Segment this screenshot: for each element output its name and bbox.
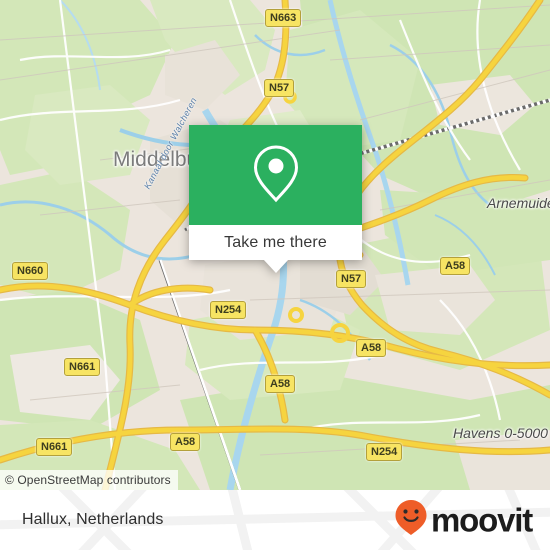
- road-shield: N254: [210, 301, 247, 319]
- road-shield: A58: [170, 433, 201, 451]
- popup-marker-panel: [189, 125, 362, 225]
- road-shield: N663: [265, 9, 302, 27]
- road-shield: N661: [36, 438, 73, 456]
- moovit-pin-icon: [394, 499, 428, 542]
- popup-action-bar[interactable]: Take me there: [189, 225, 362, 273]
- road-shield: A58: [440, 257, 471, 275]
- map-pin-icon: [249, 142, 303, 209]
- road-shield: N660: [12, 262, 49, 280]
- take-me-there-label: Take me there: [224, 233, 327, 251]
- footer-bar: Hallux, Netherlands moovit: [0, 490, 550, 550]
- popup-pointer-tail: [262, 259, 289, 273]
- location-popup-card[interactable]: Take me there: [189, 125, 362, 273]
- moovit-wordmark: moovit: [431, 501, 533, 539]
- road-shield: N57: [336, 270, 367, 288]
- map-attribution[interactable]: © OpenStreetMap contributors: [0, 470, 178, 490]
- road-shield: A58: [356, 339, 387, 357]
- road-shield: A58: [265, 375, 296, 393]
- screenshot-root: Middelburg Arnemuiden Havens 0-5000 Kana…: [0, 0, 550, 550]
- moovit-brand[interactable]: moovit: [394, 499, 533, 542]
- location-title: Hallux, Netherlands: [22, 511, 164, 528]
- road-shield: N254: [366, 443, 403, 461]
- road-shield: N661: [64, 358, 101, 376]
- road-shield: N57: [264, 79, 295, 97]
